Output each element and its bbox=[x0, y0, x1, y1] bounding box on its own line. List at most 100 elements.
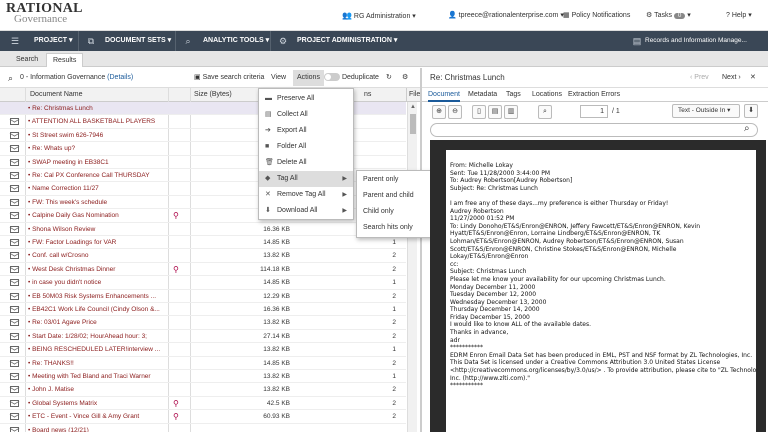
pane-splitter[interactable] bbox=[420, 68, 422, 432]
scroll-thumb[interactable] bbox=[410, 114, 416, 134]
document-name[interactable]: • SWAP meeting in EB38C1 bbox=[28, 156, 166, 169]
prev-button[interactable]: ‹ Prev bbox=[690, 68, 709, 88]
table-row[interactable]: • BEING RESCHEDULED LATER!interview ... 1… bbox=[0, 343, 406, 357]
menu-item-tag-all[interactable]: ◆ Tag All ▶ bbox=[259, 171, 353, 187]
column-file[interactable]: File bbox=[409, 88, 420, 102]
table-row[interactable]: • West Desk Christmas Dinner ⚲ 114.18 KB 2 bbox=[0, 263, 406, 277]
document-name[interactable]: • BEING RESCHEDULED LATER!interview ... bbox=[28, 343, 166, 356]
zoom-in-icon[interactable]: ⊕ bbox=[432, 105, 446, 119]
table-row[interactable]: • Re: THANKS!! 14.85 KB 2 bbox=[0, 357, 406, 370]
actions-button[interactable]: Actions bbox=[293, 70, 324, 86]
menu-item-delete-all[interactable]: 🗑 Delete All bbox=[259, 155, 353, 171]
scroll-up-icon[interactable]: ▲ bbox=[410, 104, 416, 110]
submenu-item-search-hits-only[interactable]: Search hits only bbox=[357, 220, 441, 236]
tab-metadata[interactable]: Metadata bbox=[468, 88, 497, 102]
document-name[interactable]: • West Desk Christmas Dinner bbox=[28, 263, 166, 276]
submenu-item-child-only[interactable]: Child only bbox=[357, 204, 441, 220]
refresh-icon[interactable]: ↻ bbox=[386, 68, 392, 88]
user-menu[interactable]: 👤 tpreece@rationalenterprise.com ▾ bbox=[448, 11, 564, 19]
menu-item-remove-tag-all[interactable]: ✕ Remove Tag All ▶ bbox=[259, 187, 353, 203]
help-menu[interactable]: ? Help ▾ bbox=[726, 11, 752, 19]
document-name[interactable]: • Name Correction 11/27 bbox=[28, 182, 166, 195]
menu-icon[interactable]: ☰ bbox=[8, 34, 22, 48]
search-icon[interactable]: ⌕ bbox=[744, 123, 750, 134]
menu-item-download-all[interactable]: ⬇ Download All ▶ bbox=[259, 203, 353, 219]
zoom-out-icon[interactable]: ⊖ bbox=[448, 105, 462, 119]
settings-gear-icon[interactable]: ⚙ bbox=[402, 68, 408, 88]
save-search-button[interactable]: ▣ Save search criteria bbox=[194, 68, 264, 88]
table-row[interactable]: • Conf. call w/Crosno 13.82 KB 2 bbox=[0, 249, 406, 263]
submenu-item-parent-only[interactable]: Parent only bbox=[357, 172, 441, 188]
document-name[interactable]: • Board news (12/21) bbox=[28, 424, 166, 432]
menu-item-export-all[interactable]: ➔ Export All bbox=[259, 123, 353, 139]
document-name[interactable]: • FW: Factor Loadings for VAR bbox=[28, 236, 166, 249]
logo[interactable]: RATIONAL Governance bbox=[6, 2, 83, 25]
text-file-icon[interactable]: ▥ bbox=[504, 105, 518, 119]
document-name[interactable]: • Conf. call w/Crosno bbox=[28, 249, 166, 262]
tab-results[interactable]: Results bbox=[46, 53, 84, 67]
tab-document[interactable]: Document bbox=[428, 88, 460, 102]
tab-tags[interactable]: Tags bbox=[506, 88, 521, 102]
table-row[interactable]: • EB 50M03 Risk Systems Enhancements ...… bbox=[0, 290, 406, 303]
download-icon[interactable]: ⬇ bbox=[744, 104, 758, 118]
document-name[interactable]: • EB 50M03 Risk Systems Enhancements ... bbox=[28, 290, 166, 303]
document-name[interactable]: • Re: Cal PX Conference Call THURSDAY bbox=[28, 169, 166, 182]
document-name[interactable]: • Re: THANKS!! bbox=[28, 357, 166, 370]
table-row[interactable]: • Start Date: 1/28/02; HourAhead hour: 3… bbox=[0, 330, 406, 344]
search-icon[interactable]: ⌕ bbox=[538, 105, 552, 119]
deduplicate-toggle[interactable]: Deduplicate bbox=[324, 68, 379, 88]
column-ns[interactable]: ns bbox=[364, 88, 371, 102]
table-row[interactable]: • Board news (12/21) bbox=[0, 424, 406, 432]
table-row[interactable]: • FW: Factor Loadings for VAR 14.85 KB 1 bbox=[0, 236, 406, 250]
document-name[interactable]: • St Street swim 626-7946 bbox=[28, 129, 166, 142]
document-name[interactable]: • Calpine Daily Gas Nomination bbox=[28, 209, 166, 222]
document-name[interactable]: • ATTENTION ALL BASKETBALL PLAYERS bbox=[28, 115, 166, 128]
document-name[interactable]: • Global Systems Matrix bbox=[28, 397, 166, 410]
role-menu[interactable]: 👥 RG Administration ▾ bbox=[342, 11, 416, 20]
document-name[interactable]: • Re: 03/01 Agave Price bbox=[28, 316, 166, 329]
table-row[interactable]: • in case you didn't notice 14.85 KB 1 bbox=[0, 276, 406, 290]
table-row[interactable]: • Shona Wilson Review16.36 KB1 bbox=[0, 223, 406, 236]
menu-item-preserve-all[interactable]: ▬ Preserve All bbox=[259, 91, 353, 107]
nav-document-sets[interactable]: DOCUMENT SETS ▾ bbox=[105, 31, 171, 51]
view-mode-select[interactable]: Text - Outside In ▾ bbox=[672, 104, 740, 118]
tab-extraction-errors[interactable]: Extraction Errors bbox=[568, 88, 620, 102]
table-row[interactable]: • Global Systems Matrix ⚲ 42.5 KB 2 bbox=[0, 397, 406, 411]
table-row[interactable]: • John J. Matise 13.82 KB 2 bbox=[0, 383, 406, 397]
table-row[interactable]: • Meeting with Ted Bland and Traci Warne… bbox=[0, 370, 406, 384]
results-scrollbar[interactable]: ▲ bbox=[407, 102, 417, 432]
search-icon[interactable]: ⌕ bbox=[8, 68, 13, 88]
view-button[interactable]: View bbox=[271, 68, 286, 88]
document-name[interactable]: • EB42C1 Work Life Council (Cindy Olson … bbox=[28, 303, 166, 316]
menu-item-folder-all[interactable]: ■ Folder All bbox=[259, 139, 353, 155]
table-row[interactable]: • Re: 03/01 Agave Price 13.82 KB 2 bbox=[0, 316, 406, 330]
document-name[interactable]: • Shona Wilson Review bbox=[28, 223, 166, 236]
table-row[interactable]: • EB42C1 Work Life Council (Cindy Olson … bbox=[0, 303, 406, 317]
close-icon[interactable]: ✕ bbox=[750, 68, 756, 88]
document-name[interactable]: • ETC - Event - Vince Gill & Amy Grant bbox=[28, 410, 166, 423]
toggle-switch[interactable] bbox=[324, 73, 340, 82]
tasks-menu[interactable]: ⚙ Tasks 0 ▾ bbox=[646, 11, 691, 19]
nav-project[interactable]: PROJECT ▾ bbox=[34, 31, 73, 51]
nav-records-management[interactable]: Records and Information Manage... bbox=[645, 31, 747, 51]
document-name[interactable]: • Re: Whats up? bbox=[28, 142, 166, 155]
next-button[interactable]: Next › bbox=[722, 68, 741, 88]
menu-item-collect-all[interactable]: ▤ Collect All bbox=[259, 107, 353, 123]
document-name[interactable]: • Start Date: 1/28/02; HourAhead hour: 3… bbox=[28, 330, 166, 343]
submenu-item-parent-and-child[interactable]: Parent and child bbox=[357, 188, 441, 204]
table-row[interactable]: • ETC - Event - Vince Gill & Amy Grant ⚲ 6… bbox=[0, 410, 406, 424]
document-search-input[interactable] bbox=[430, 123, 758, 137]
nav-project-administration[interactable]: PROJECT ADMINISTRATION ▾ bbox=[297, 31, 397, 51]
details-link[interactable]: (Details) bbox=[107, 74, 133, 81]
document-name[interactable]: • John J. Matise bbox=[28, 383, 166, 396]
nav-analytic-tools[interactable]: ANALYTIC TOOLS ▾ bbox=[203, 31, 269, 51]
pdf-icon[interactable]: ▤ bbox=[488, 105, 502, 119]
tab-search[interactable]: Search bbox=[10, 53, 44, 67]
page-icon[interactable]: ▯ bbox=[472, 105, 486, 119]
column-size[interactable]: Size (Bytes) bbox=[194, 88, 232, 102]
tab-locations[interactable]: Locations bbox=[532, 88, 562, 102]
page-number-input[interactable]: 1 bbox=[580, 105, 608, 118]
document-name[interactable]: • Meeting with Ted Bland and Traci Warne… bbox=[28, 370, 166, 383]
column-document-name[interactable]: Document Name bbox=[30, 88, 83, 102]
policy-notifications[interactable]: ▦ Policy Notifications bbox=[563, 11, 630, 19]
